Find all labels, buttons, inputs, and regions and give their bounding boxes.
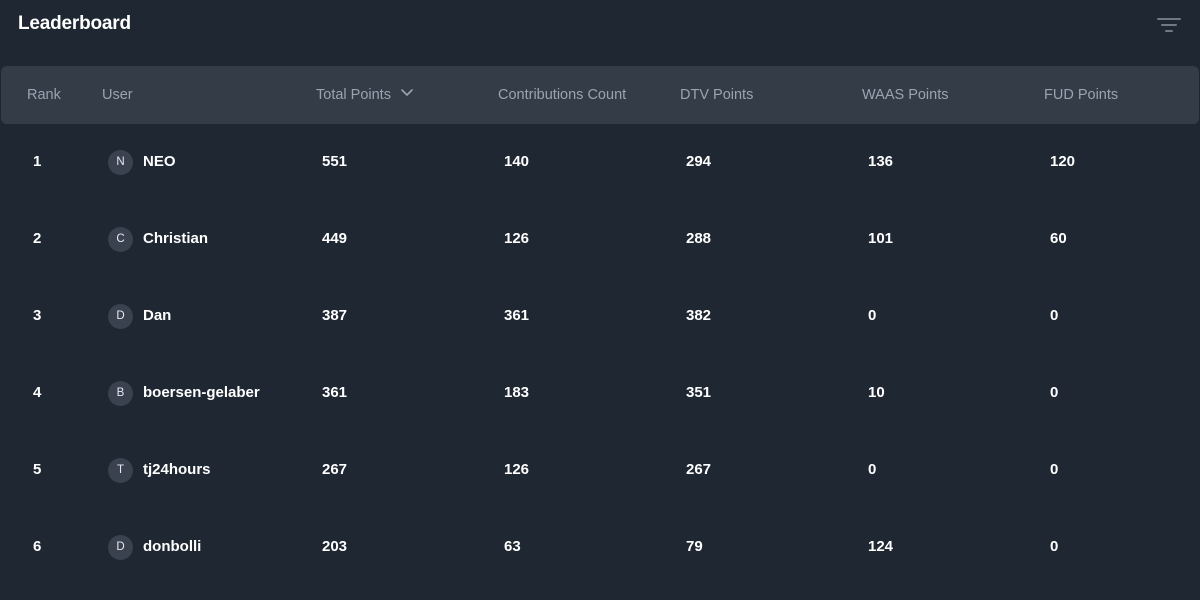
column-header-dtv-points[interactable]: DTV Points [680,87,753,103]
username-link[interactable]: Dan [143,307,171,324]
username-link[interactable]: NEO [143,153,176,170]
column-header-fud-points[interactable]: FUD Points [1044,87,1118,103]
total-points-cell: 449 [322,230,348,247]
page-title: Leaderboard [18,13,131,34]
rank-cell: 3 [33,307,42,324]
avatar: C [108,227,133,252]
topbar: Leaderboard [0,0,1200,56]
waas-points-cell: 10 [868,384,885,401]
total-points-cell: 551 [322,153,348,170]
table-row[interactable]: 4 B boersen-gelaber 361 183 351 10 0 [0,355,1200,432]
filter-button[interactable] [1156,14,1182,36]
contributions-count-cell: 126 [504,461,530,478]
column-header-total-points[interactable]: Total Points [316,87,413,103]
chevron-down-icon [401,85,413,101]
avatar: B [108,381,133,406]
username-link[interactable]: Christian [143,230,208,247]
waas-points-cell: 124 [868,538,894,555]
table-row[interactable]: 1 N NEO 551 140 294 136 120 [0,124,1200,201]
waas-points-cell: 136 [868,153,894,170]
contributions-count-cell: 126 [504,230,530,247]
contributions-count-cell: 63 [504,538,521,555]
column-header-user[interactable]: User [102,87,133,103]
contributions-count-cell: 361 [504,307,530,324]
contributions-count-cell: 140 [504,153,530,170]
fud-points-cell: 0 [1050,384,1059,401]
table-row[interactable]: 3 D Dan 387 361 382 0 0 [0,278,1200,355]
rank-cell: 1 [33,153,42,170]
waas-points-cell: 0 [868,461,877,478]
total-points-cell: 267 [322,461,348,478]
username-link[interactable]: donbolli [143,538,201,555]
username-link[interactable]: boersen-gelaber [143,384,260,401]
filter-icon [1157,18,1181,32]
fud-points-cell: 120 [1050,153,1076,170]
waas-points-cell: 101 [868,230,894,247]
dtv-points-cell: 288 [686,230,712,247]
total-points-cell: 387 [322,307,348,324]
avatar: T [108,458,133,483]
dtv-points-cell: 267 [686,461,712,478]
dtv-points-cell: 351 [686,384,712,401]
table-row[interactable]: 2 C Christian 449 126 288 101 60 [0,201,1200,278]
fud-points-cell: 0 [1050,307,1059,324]
total-points-cell: 361 [322,384,348,401]
username-link[interactable]: tj24hours [143,461,211,478]
rank-cell: 5 [33,461,42,478]
rank-cell: 4 [33,384,42,401]
fud-points-cell: 60 [1050,230,1067,247]
avatar: D [108,535,133,560]
avatar: D [108,304,133,329]
avatar: N [108,150,133,175]
column-header-waas-points[interactable]: WAAS Points [862,87,949,103]
total-points-cell: 203 [322,538,348,555]
rank-cell: 2 [33,230,42,247]
table-row[interactable]: 5 T tj24hours 267 126 267 0 0 [0,432,1200,509]
table-row[interactable]: 6 D donbolli 203 63 79 124 0 [0,509,1200,586]
fud-points-cell: 0 [1050,461,1059,478]
dtv-points-cell: 79 [686,538,703,555]
column-header-contributions-count[interactable]: Contributions Count [498,87,626,103]
column-header-rank[interactable]: Rank [27,87,61,103]
contributions-count-cell: 183 [504,384,530,401]
column-header-total-points-label: Total Points [316,87,391,103]
table-header: Rank User Total Points Contributions Cou… [1,66,1199,124]
fud-points-cell: 0 [1050,538,1059,555]
waas-points-cell: 0 [868,307,877,324]
dtv-points-cell: 382 [686,307,712,324]
rank-cell: 6 [33,538,42,555]
dtv-points-cell: 294 [686,153,712,170]
leaderboard-app: Leaderboard Rank User Total Points Contr… [0,0,1200,600]
